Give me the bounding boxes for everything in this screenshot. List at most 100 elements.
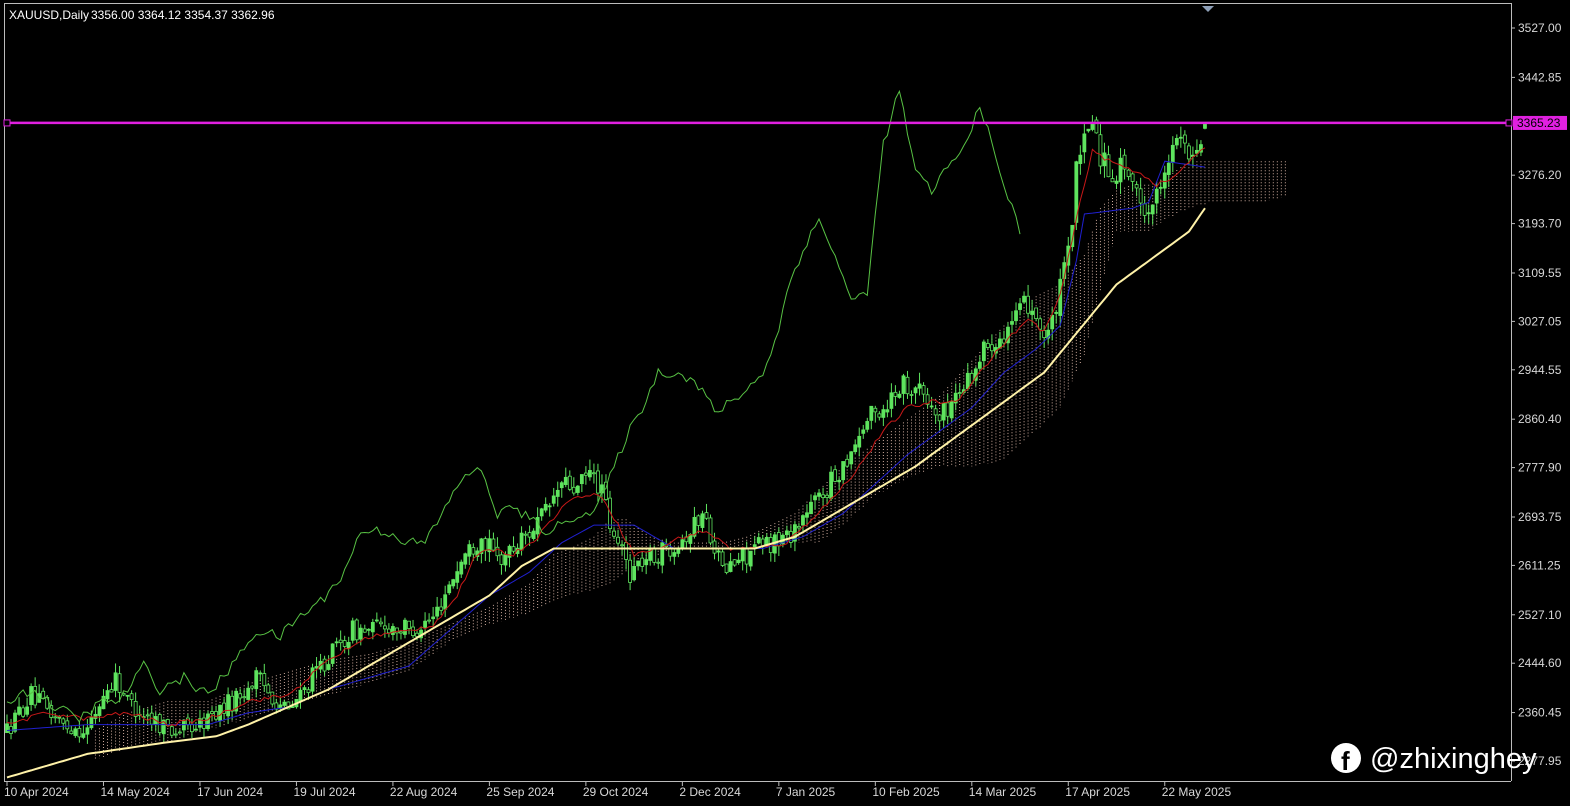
candle-body bbox=[334, 641, 339, 644]
candle-body bbox=[1182, 134, 1187, 144]
candle-body bbox=[330, 643, 335, 664]
candle-body bbox=[65, 720, 70, 730]
candle-body bbox=[1138, 188, 1143, 204]
candle-body bbox=[620, 544, 624, 547]
candle-body bbox=[145, 714, 150, 717]
candle-body bbox=[933, 408, 938, 416]
candle-body bbox=[1130, 173, 1135, 182]
candle-body bbox=[732, 559, 737, 566]
price-chart[interactable]: 3365.23 3527.00 3442.85 3276.20 3193.70 3109… bbox=[0, 0, 1570, 806]
candle-body bbox=[157, 714, 162, 733]
candle-body bbox=[342, 640, 347, 647]
time-tick-label: 10 Feb 2025 bbox=[872, 785, 940, 799]
candle-body bbox=[415, 632, 419, 637]
time-tick-label: 25 Sep 2024 bbox=[486, 785, 554, 799]
candle-body bbox=[1106, 154, 1111, 178]
candle-body bbox=[945, 402, 950, 417]
candle-body bbox=[813, 495, 817, 501]
time-tick-label: 17 Apr 2025 bbox=[1065, 785, 1130, 799]
candle-body bbox=[262, 673, 267, 687]
candle-body bbox=[740, 548, 745, 562]
hline-handle-left[interactable] bbox=[3, 119, 11, 127]
candle-body bbox=[660, 542, 665, 566]
candle-body bbox=[853, 444, 858, 453]
candle-body bbox=[656, 561, 661, 564]
candle-body bbox=[632, 565, 637, 581]
candle-body bbox=[1162, 172, 1167, 189]
candle-body bbox=[1118, 157, 1123, 183]
price-tick-label: 3276.20 bbox=[1518, 168, 1562, 182]
candle-body bbox=[443, 594, 448, 610]
candle-body bbox=[1002, 338, 1006, 344]
candle-body bbox=[302, 687, 307, 690]
candle-body bbox=[893, 391, 898, 397]
candle-body bbox=[543, 503, 548, 511]
candle-body bbox=[652, 547, 657, 563]
candle-body bbox=[998, 338, 1002, 349]
candle-body bbox=[563, 476, 568, 485]
time-tick-label: 14 Mar 2025 bbox=[969, 785, 1037, 799]
candle-body bbox=[194, 728, 198, 731]
candle-body bbox=[849, 451, 854, 465]
candle-body bbox=[214, 711, 218, 720]
candle-body bbox=[374, 619, 379, 622]
candle-body bbox=[282, 701, 287, 706]
watermark-handle: @zhixinghey bbox=[1370, 743, 1537, 775]
candle-body bbox=[89, 717, 94, 729]
candle-body bbox=[1178, 136, 1183, 139]
candle-body bbox=[1154, 188, 1159, 204]
candle-body bbox=[206, 713, 210, 729]
candle-body bbox=[559, 482, 564, 489]
candle-body bbox=[254, 670, 259, 690]
candle-body bbox=[829, 471, 833, 499]
candle-body bbox=[523, 533, 528, 536]
candle-body bbox=[382, 625, 387, 630]
candle-body bbox=[503, 554, 508, 566]
candle-body bbox=[230, 695, 235, 712]
candle-body bbox=[1082, 133, 1087, 153]
candle-body bbox=[801, 515, 805, 526]
candle-body bbox=[117, 673, 122, 693]
candle-body bbox=[865, 421, 870, 430]
candle-body bbox=[278, 704, 283, 709]
candle-body bbox=[1014, 310, 1018, 322]
candle-body bbox=[17, 706, 21, 715]
candle-body bbox=[483, 538, 488, 551]
candle-body bbox=[527, 532, 532, 538]
candle-body bbox=[427, 619, 432, 622]
candle-body bbox=[672, 552, 677, 557]
candle-body bbox=[937, 414, 942, 422]
candle-body bbox=[177, 731, 182, 734]
hline-handle-right[interactable] bbox=[1505, 119, 1513, 127]
candle-body bbox=[841, 461, 846, 481]
price-tick-label: 2944.55 bbox=[1518, 363, 1562, 377]
candle-body bbox=[499, 554, 504, 565]
candle-body bbox=[825, 494, 829, 498]
candle-body bbox=[1170, 144, 1175, 164]
candle-body bbox=[1158, 186, 1163, 189]
candle-body bbox=[1114, 180, 1119, 184]
candle-body bbox=[1018, 303, 1022, 310]
ohlc-values: 3356.00 3364.12 3354.37 3362.96 bbox=[91, 8, 275, 22]
candle-body bbox=[471, 547, 476, 555]
candle-body bbox=[720, 551, 725, 566]
candle-body bbox=[547, 505, 552, 508]
price-tick-label: 2527.10 bbox=[1518, 608, 1562, 622]
time-tick-label: 29 Oct 2024 bbox=[583, 785, 649, 799]
candle-body bbox=[805, 512, 809, 518]
candle-body bbox=[539, 508, 544, 517]
candle-body bbox=[246, 687, 251, 700]
chart-window[interactable]: 3365.23 3527.00 3442.85 3276.20 3193.70 3109… bbox=[0, 0, 1570, 806]
candle-body bbox=[1110, 178, 1115, 183]
candle-body bbox=[712, 540, 717, 554]
price-tick-label: 2360.45 bbox=[1518, 706, 1562, 720]
candle-body bbox=[25, 706, 30, 715]
candle-body bbox=[1026, 295, 1030, 314]
candle-body bbox=[431, 616, 436, 620]
candle-body bbox=[921, 385, 926, 395]
candle-body bbox=[53, 716, 58, 719]
candle-body bbox=[531, 530, 536, 539]
candle-body bbox=[1050, 314, 1055, 330]
candle-body bbox=[1042, 330, 1047, 338]
candle-body bbox=[990, 344, 994, 352]
